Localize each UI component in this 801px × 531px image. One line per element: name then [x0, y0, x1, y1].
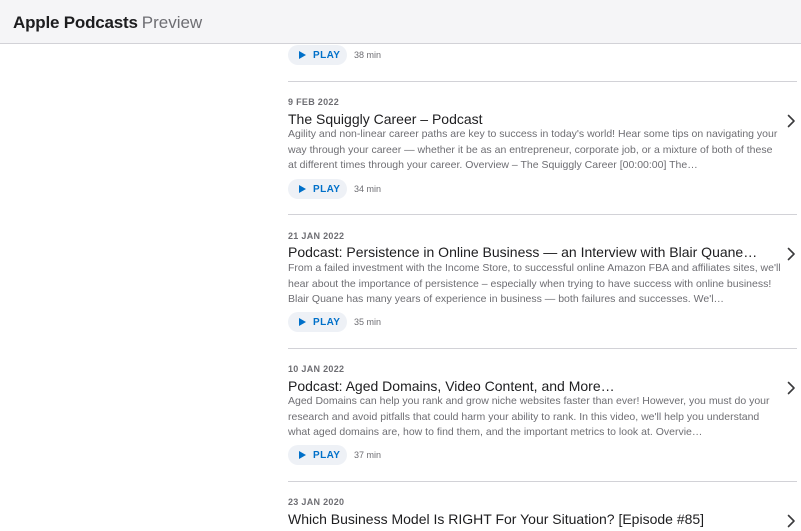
episode-title[interactable]: The Squiggly Career – Podcast: [288, 110, 783, 128]
brand-suffix: Preview: [141, 13, 203, 32]
episode-duration: 35 min: [354, 317, 382, 327]
play-label: PLAY: [313, 183, 341, 195]
divider: [288, 81, 797, 82]
play-icon: [299, 451, 306, 459]
play-button[interactable]: PLAY: [288, 45, 347, 65]
play-icon: [299, 185, 306, 193]
divider: [288, 348, 797, 349]
play-label: PLAY: [313, 449, 341, 461]
episode-description: Aged Domains can help you rank and grow …: [288, 395, 770, 438]
episode-date: 10 JAN 2022: [288, 364, 345, 374]
episode-title[interactable]: Which Business Model Is RIGHT For Your S…: [288, 510, 783, 528]
play-label: PLAY: [313, 49, 341, 61]
episode-description: From a failed investment with the Income…: [288, 262, 781, 305]
divider: [288, 214, 797, 215]
play-button[interactable]: PLAY: [288, 179, 347, 199]
play-button[interactable]: PLAY: [288, 312, 347, 332]
episode-date: 23 JAN 2020: [288, 497, 345, 507]
play-label: PLAY: [313, 316, 341, 328]
play-icon: [299, 51, 306, 59]
episode-date: 21 JAN 2022: [288, 231, 345, 241]
brand-logo[interactable]: Apple Podcasts Preview: [13, 13, 202, 33]
episode-title[interactable]: Podcast: Persistence in Online Business …: [288, 243, 783, 261]
divider: [288, 481, 797, 482]
chevron-right-icon[interactable]: [787, 114, 796, 128]
episode-description: Agility and non-linear career paths are …: [288, 128, 778, 171]
episode-duration: 38 min: [354, 50, 382, 60]
episode-date: 9 FEB 2022: [288, 97, 340, 107]
episode-duration: 34 min: [354, 184, 382, 194]
chevron-right-icon[interactable]: [787, 514, 796, 528]
episode-duration: 37 min: [354, 450, 382, 460]
brand-name: Apple Podcasts: [13, 13, 138, 32]
chevron-right-icon[interactable]: [787, 247, 796, 261]
play-icon: [299, 318, 306, 326]
episode-title[interactable]: Podcast: Aged Domains, Video Content, an…: [288, 377, 783, 395]
chevron-right-icon[interactable]: [787, 381, 796, 395]
top-navigation-bar: Apple Podcasts Preview: [0, 0, 801, 44]
play-button[interactable]: PLAY: [288, 445, 347, 465]
